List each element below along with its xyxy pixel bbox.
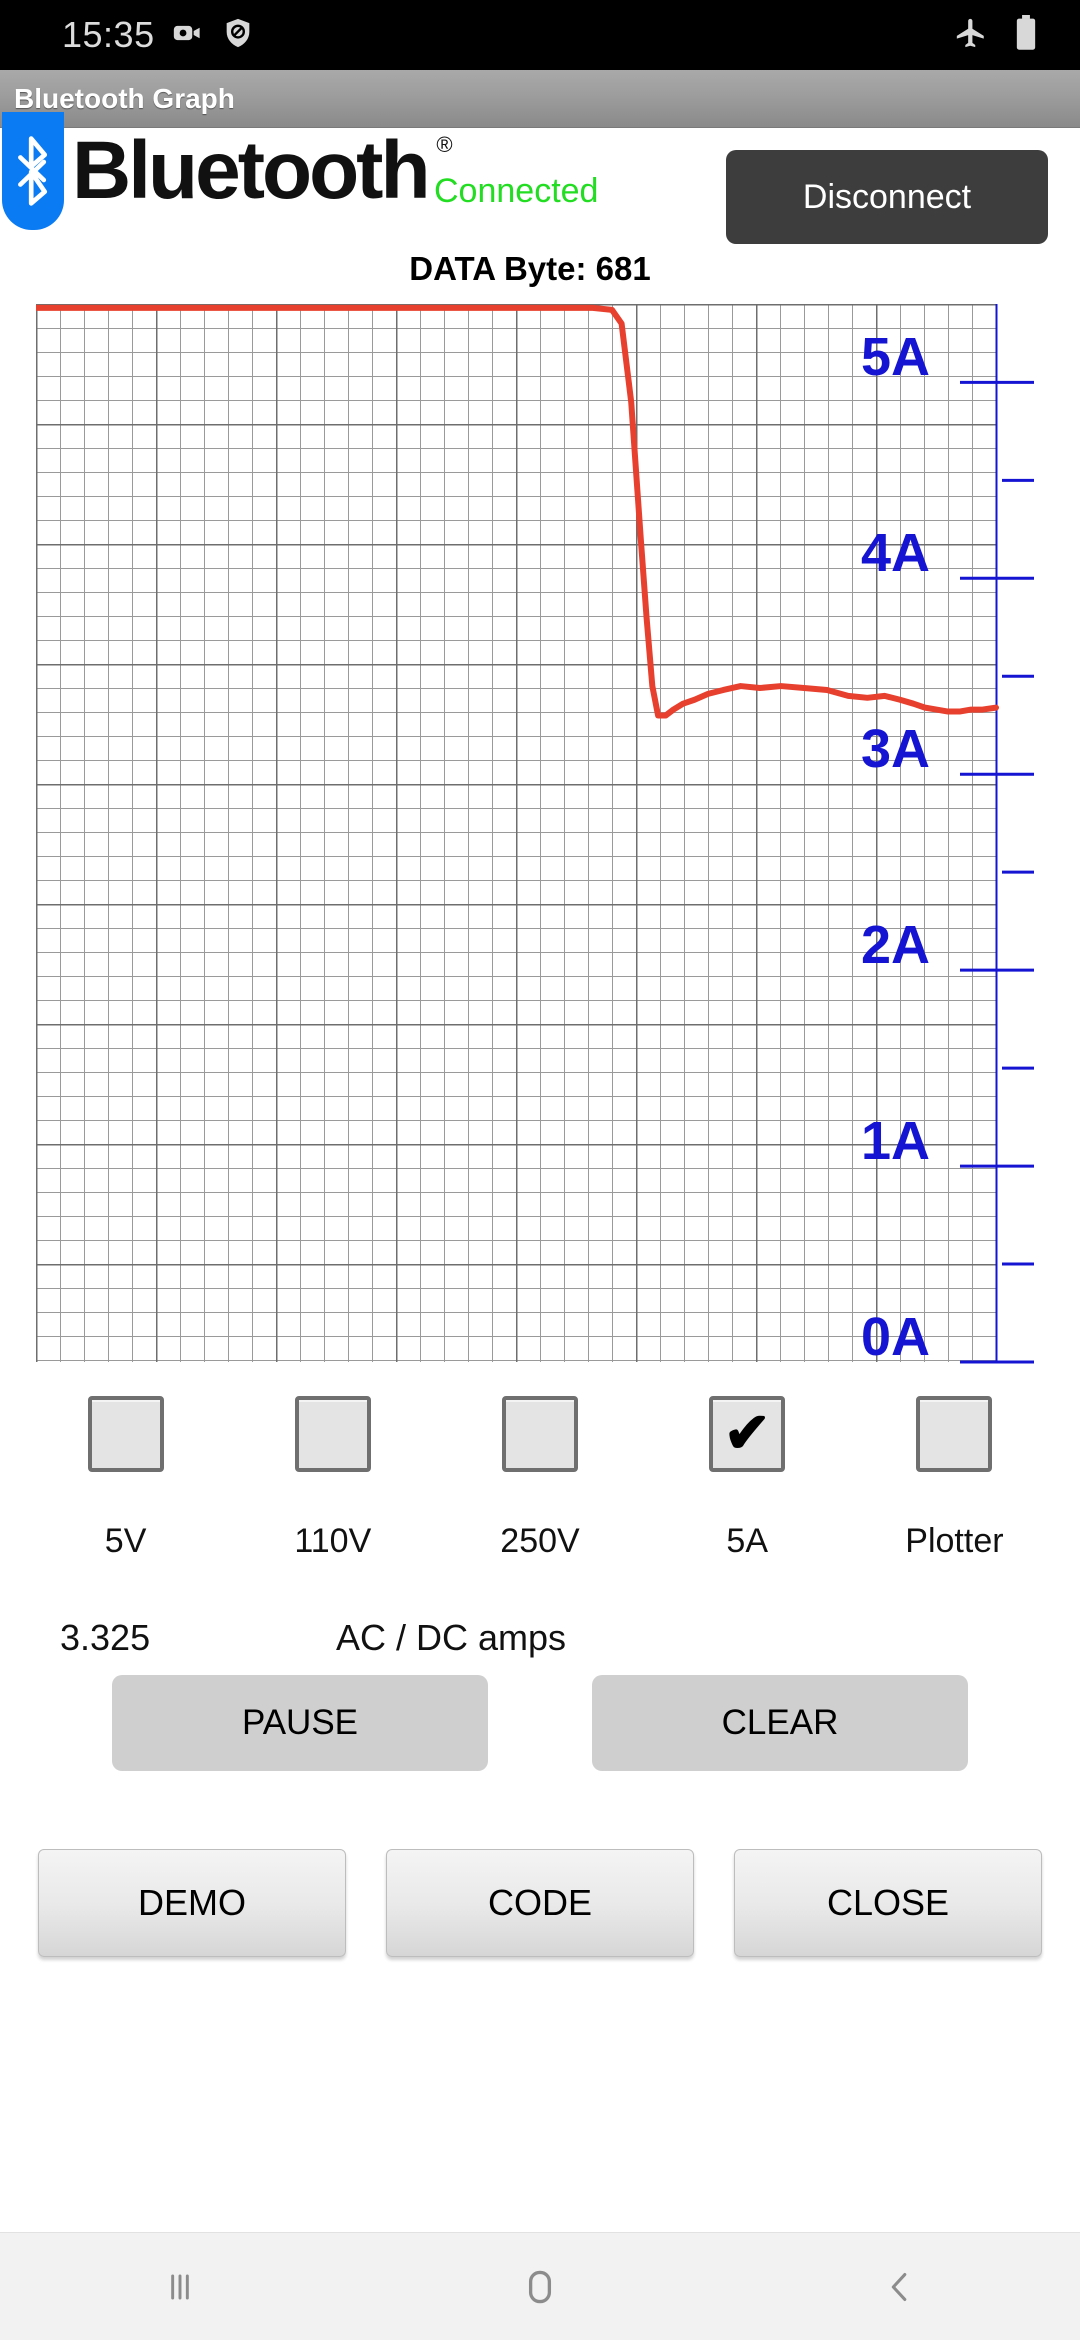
graph-title: DATA Byte: 681 bbox=[409, 250, 651, 287]
check-icon: ✔ bbox=[723, 1400, 771, 1464]
checkbox-cell-5v: 5V bbox=[22, 1396, 229, 1561]
status-bar: 15:35 bbox=[0, 0, 1080, 70]
bluetooth-wordmark: Bluetooth ® bbox=[72, 130, 453, 212]
checkbox-label-5v: 5V bbox=[104, 1522, 147, 1560]
airplane-mode-icon bbox=[954, 16, 988, 55]
graph-section: DATA Byte: 681 0A 1A 2A 3A 4A 5A bbox=[0, 246, 1080, 1372]
checkbox-label-250v: 250V bbox=[500, 1522, 580, 1560]
code-button[interactable]: CODE bbox=[386, 1849, 694, 1957]
readout-unit-label: AC / DC amps bbox=[336, 1617, 567, 1658]
status-bar-right bbox=[954, 14, 1038, 56]
bluetooth-header: Bluetooth ® Connected Disconnect bbox=[0, 112, 1080, 246]
checkbox-label-5a: 5A bbox=[726, 1522, 768, 1560]
y-axis-label-0A: 0A bbox=[861, 1307, 931, 1367]
bluetooth-brand: Bluetooth ® bbox=[0, 112, 453, 230]
back-icon[interactable] bbox=[810, 2264, 990, 2310]
bottom-button-row: DEMO CODE CLOSE bbox=[0, 1849, 1080, 1957]
close-button[interactable]: CLOSE bbox=[734, 1849, 1042, 1957]
checkbox-5v[interactable] bbox=[87, 1396, 164, 1472]
bluetooth-logo-icon bbox=[2, 112, 64, 230]
recents-icon[interactable] bbox=[90, 2265, 270, 2309]
screen-recorder-icon bbox=[171, 16, 205, 55]
checkbox-cell-250v: 250V bbox=[436, 1396, 643, 1561]
shield-block-icon bbox=[221, 16, 255, 55]
y-axis-label-4A: 4A bbox=[861, 523, 931, 584]
status-bar-left: 15:35 bbox=[0, 14, 255, 56]
plot-area[interactable]: 0A 1A 2A 3A 4A 5A bbox=[0, 292, 1080, 1372]
readout-row: 3.325 AC / DC amps bbox=[0, 1617, 1080, 1667]
checkbox-cell-plotter: Plotter bbox=[851, 1396, 1058, 1561]
home-icon[interactable] bbox=[450, 2262, 630, 2312]
app-title: Bluetooth Graph bbox=[14, 82, 235, 114]
battery-icon bbox=[1014, 14, 1038, 56]
readout-value: 3.325 bbox=[60, 1617, 151, 1658]
y-axis-label-3A: 3A bbox=[861, 719, 931, 780]
transport-controls: PAUSE CLEAR bbox=[0, 1675, 1080, 1785]
pause-button[interactable]: PAUSE bbox=[112, 1675, 488, 1771]
clear-button[interactable]: CLEAR bbox=[592, 1675, 968, 1771]
checkbox-label-110v: 110V bbox=[294, 1522, 372, 1560]
status-clock: 15:35 bbox=[62, 14, 155, 55]
checkbox-label-plotter: Plotter bbox=[905, 1522, 1004, 1560]
y-axis-label-1A: 1A bbox=[861, 1111, 931, 1172]
registered-mark: ® bbox=[436, 132, 452, 157]
y-axis-label-2A: 2A bbox=[861, 915, 931, 976]
chart-trace bbox=[36, 304, 999, 719]
connection-status: Connected bbox=[434, 172, 599, 210]
checkbox-cell-5a: ✔ 5A bbox=[644, 1396, 851, 1561]
checkbox-5a[interactable]: ✔ bbox=[709, 1396, 786, 1472]
y-axis-label-5A: 5A bbox=[861, 327, 931, 388]
android-nav-bar bbox=[0, 2232, 1080, 2340]
disconnect-button[interactable]: Disconnect bbox=[726, 150, 1048, 244]
trace-line bbox=[36, 304, 999, 719]
checkbox-250v[interactable] bbox=[502, 1396, 578, 1472]
measurement-mode-checkboxes: 5V 110V 250V ✔ 5A Plotter bbox=[0, 1396, 1080, 1561]
checkbox-cell-110v: 110V bbox=[229, 1396, 436, 1561]
bluetooth-wordmark-text: Bluetooth bbox=[72, 125, 431, 216]
checkbox-plotter[interactable] bbox=[916, 1396, 993, 1472]
demo-button[interactable]: DEMO bbox=[38, 1849, 346, 1957]
checkbox-110v[interactable] bbox=[294, 1396, 371, 1472]
